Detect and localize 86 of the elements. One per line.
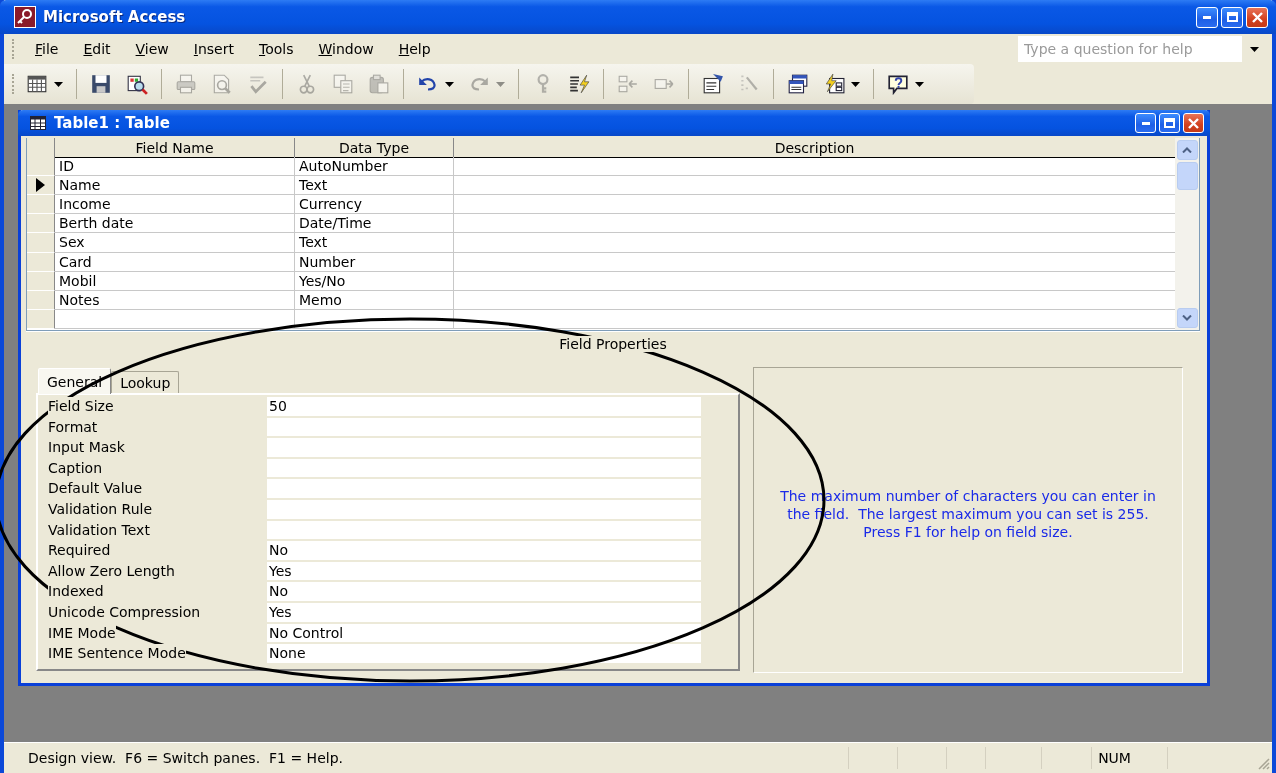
document-title: Table1 : Table xyxy=(54,114,170,132)
close-button[interactable] xyxy=(1246,6,1268,28)
caret-icon xyxy=(1249,46,1259,52)
save-icon xyxy=(90,73,112,95)
chevron-down-icon xyxy=(1182,315,1192,321)
insert-rows-icon xyxy=(617,73,639,95)
property-value-field[interactable] xyxy=(267,499,701,519)
section-title: Field Properties xyxy=(559,336,667,352)
property-value-field[interactable]: No xyxy=(267,582,701,601)
menu-item[interactable]: Window xyxy=(310,39,382,59)
scroll-up-button[interactable] xyxy=(1176,140,1198,160)
key-icon xyxy=(14,6,36,28)
property-value-field[interactable]: None xyxy=(267,644,701,663)
menu-item[interactable]: Edit xyxy=(75,39,119,59)
table-cell: Yes/No xyxy=(295,271,454,291)
menu-item[interactable]: Help xyxy=(390,39,439,59)
copy-icon xyxy=(332,73,354,95)
minimize-button[interactable] xyxy=(1135,113,1156,133)
table-cell: Name xyxy=(55,176,295,196)
menu-item[interactable]: Tools xyxy=(251,39,302,59)
minimize-button[interactable] xyxy=(1196,6,1218,28)
table-cell: Berth date xyxy=(55,214,295,234)
tab[interactable]: Lookup xyxy=(111,371,180,393)
table-cell: AutoNumber xyxy=(295,157,454,177)
table-cell: Mobil xyxy=(55,271,295,291)
table-cell: Date/Time xyxy=(295,214,454,234)
column-header[interactable]: Field Name xyxy=(55,138,295,158)
property-value-field[interactable] xyxy=(267,438,701,457)
scrollbar[interactable] xyxy=(1175,138,1199,330)
chevron-up-icon xyxy=(1182,147,1192,153)
maximize-icon xyxy=(1164,118,1175,128)
menu-item[interactable]: File xyxy=(27,39,67,59)
close-button[interactable] xyxy=(1183,113,1204,133)
property-value-field[interactable] xyxy=(267,479,701,498)
table-cell: Income xyxy=(55,195,295,215)
help-icon xyxy=(887,73,909,95)
table-icon xyxy=(30,116,46,130)
close-icon xyxy=(1188,117,1199,129)
property-value-field[interactable] xyxy=(267,520,701,540)
table-cell: Card xyxy=(55,252,295,272)
property-value-field[interactable] xyxy=(267,458,701,478)
table-cell: Text xyxy=(295,176,454,196)
table-cell: Sex xyxy=(55,233,295,253)
menu-item[interactable]: Insert xyxy=(185,39,242,59)
lightning-list-icon xyxy=(568,73,590,95)
page-magnifier-icon xyxy=(211,73,233,95)
table-cell: Text xyxy=(295,233,454,253)
property-value-field[interactable]: No xyxy=(267,541,701,560)
clipboard-icon xyxy=(368,73,390,95)
scroll-thumb[interactable] xyxy=(1176,162,1198,190)
window-title: Microsoft Access xyxy=(43,8,186,26)
magnifier-document-icon xyxy=(126,73,148,95)
column-header[interactable]: Description xyxy=(454,138,1175,158)
resize-grip-icon xyxy=(1256,756,1270,770)
column-header[interactable]: Data Type xyxy=(295,138,454,158)
status-message: Design view. F6 = Switch panes. F1 = Help. xyxy=(27,750,344,766)
maximize-icon xyxy=(1226,12,1238,22)
minimize-icon xyxy=(1203,15,1211,19)
menu-item[interactable]: View xyxy=(127,39,177,59)
table-cell: ID xyxy=(55,157,295,177)
maximize-button[interactable] xyxy=(1159,113,1180,133)
property-value-field[interactable]: 50 xyxy=(267,397,701,416)
row-selector[interactable] xyxy=(27,176,55,196)
table-view-icon xyxy=(26,73,48,95)
minimize-icon xyxy=(1141,121,1150,125)
property-label: Indexed xyxy=(48,582,104,603)
property-label: Unicode Compression xyxy=(48,602,201,624)
close-icon xyxy=(1251,11,1263,23)
printer-icon xyxy=(175,73,197,95)
corner-header[interactable] xyxy=(27,138,55,158)
property-value-field[interactable]: Yes xyxy=(267,561,701,581)
property-label: Field Size xyxy=(48,397,114,418)
table-cell: Currency xyxy=(295,195,454,215)
table-cell: Memo xyxy=(295,290,454,310)
properties-icon xyxy=(702,73,724,95)
help-search-field[interactable]: Type a question for help xyxy=(1018,36,1266,62)
lightning-form-icon xyxy=(823,73,845,95)
property-value-field[interactable]: No Control xyxy=(267,623,701,643)
windows-icon xyxy=(787,73,809,95)
table-cell: Number xyxy=(295,252,454,272)
property-value-field[interactable] xyxy=(267,417,701,437)
status-indicator: NUM xyxy=(1091,747,1167,769)
maximize-button[interactable] xyxy=(1221,6,1243,28)
property-value-field[interactable]: Yes xyxy=(267,602,701,622)
table-cell: Notes xyxy=(55,290,295,310)
scroll-down-button[interactable] xyxy=(1176,308,1198,328)
